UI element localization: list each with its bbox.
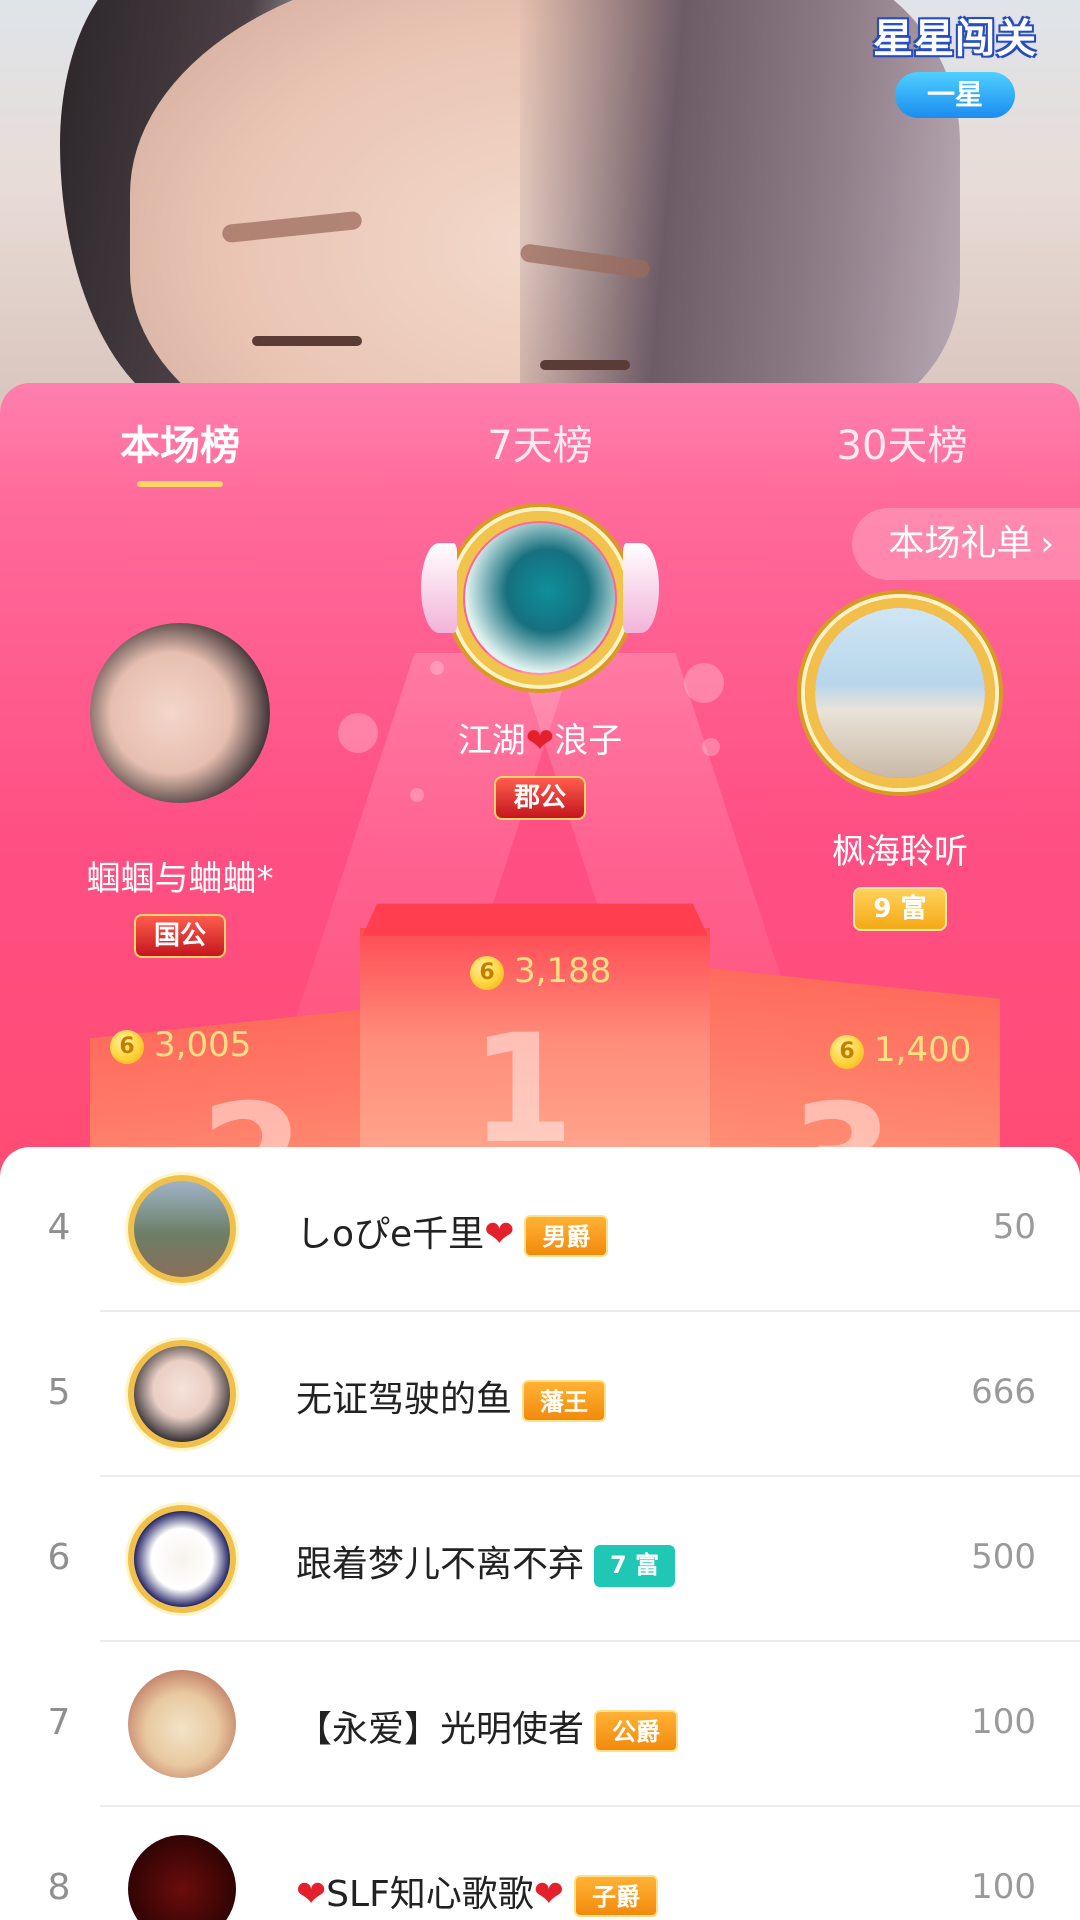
coin-icon: 6 — [470, 955, 504, 990]
decor-bubble — [338, 713, 378, 753]
heart-icon: ❤ — [296, 1874, 327, 1915]
avatar — [128, 1505, 236, 1613]
star-challenge-title: 星星闯关 — [873, 16, 1037, 62]
avatar — [128, 1340, 236, 1448]
rank-number: 6 — [47, 1537, 71, 1578]
wing-left-icon — [421, 543, 457, 633]
avatar — [90, 623, 270, 803]
active-tab-indicator — [137, 481, 223, 487]
top-user-1[interactable]: 江湖❤浪子 郡公 — [390, 511, 690, 820]
top-user-2-name: 蝈蝈与蛐蛐* — [86, 859, 274, 899]
contribution-value: 50 — [992, 1207, 1036, 1247]
ranking-list: 4 しoぴe千里❤ 男爵 50 5 无证驾驶的鱼 藩王 666 6 跟着梦儿不离不弃… — [0, 1147, 1080, 1920]
avatar-frame-3 — [805, 598, 995, 788]
noble-badge: 子爵 — [573, 1875, 658, 1917]
star-challenge-badge[interactable]: 星星闯关 一星 — [870, 6, 1040, 118]
rank-number: 4 — [47, 1207, 71, 1248]
star-challenge-level: 一星 — [895, 72, 1015, 118]
wealth-badge: 9 富 — [853, 887, 947, 931]
tab-30-days[interactable]: 30天榜 — [832, 413, 972, 471]
score-value: 3,005 — [154, 1025, 252, 1065]
noble-badge: 公爵 — [594, 1710, 679, 1752]
gift-list-button[interactable]: 本场礼单 › — [852, 508, 1080, 580]
decor-bubble — [702, 738, 720, 756]
user-name: SLF知心歌歌 — [326, 1874, 534, 1915]
avatar — [128, 1835, 236, 1920]
rank-number: 7 — [47, 1702, 71, 1743]
video-eye-right — [540, 360, 630, 370]
wing-right-icon — [623, 543, 659, 633]
top-user-1-name-left: 江湖 — [457, 721, 526, 761]
noble-badge: 藩王 — [522, 1380, 607, 1422]
avatar — [465, 523, 615, 673]
avatar-frame-1 — [421, 511, 659, 685]
user-name: 跟着梦儿不离不弃 — [296, 1544, 585, 1585]
top-user-1-name: 江湖❤浪子 — [390, 713, 690, 762]
live-video-background: 星星闯关 一星 — [0, 0, 1080, 410]
top-user-2[interactable]: 蝈蝈与蛐蛐* 国公 — [40, 623, 320, 958]
top-user-3-score: 6 1,400 — [830, 1030, 971, 1070]
ranking-tabs: 本场榜 7天榜 30天榜 — [0, 383, 1080, 513]
list-item[interactable]: 8 ❤SLF知心歌歌❤ 子爵 100 — [0, 1807, 1080, 1920]
podium-1-top — [362, 903, 708, 936]
avatar — [815, 608, 985, 778]
contribution-value: 666 — [971, 1372, 1036, 1412]
top-user-1-score: 6 3,188 — [470, 951, 611, 991]
wealth-badge: 7 富 — [594, 1545, 676, 1587]
decor-bubble — [684, 663, 724, 703]
score-value: 3,188 — [514, 951, 612, 991]
contribution-value: 500 — [971, 1537, 1036, 1577]
noble-badge: 郡公 — [493, 776, 586, 820]
top-user-3[interactable]: 枫海聆听 9 富 — [770, 598, 1030, 931]
coin-icon: 6 — [110, 1029, 144, 1064]
video-eye-left — [252, 336, 362, 346]
user-name: しoぴe千里 — [296, 1214, 485, 1255]
top-user-3-name: 枫海聆听 — [832, 832, 968, 872]
list-item[interactable]: 5 无证驾驶的鱼 藩王 666 — [0, 1312, 1080, 1477]
list-item[interactable]: 4 しoぴe千里❤ 男爵 50 — [0, 1147, 1080, 1312]
top-user-2-score: 6 3,005 — [110, 1025, 251, 1065]
tab-7-days[interactable]: 7天榜 — [485, 413, 595, 471]
score-value: 1,400 — [874, 1030, 972, 1070]
list-item-name: 无证驾驶的鱼 藩王 — [296, 1370, 607, 1422]
avatar — [128, 1670, 236, 1778]
top-user-1-name-right: 浪子 — [554, 721, 623, 761]
list-item-name: しoぴe千里❤ 男爵 — [296, 1205, 609, 1257]
avatar — [128, 1175, 236, 1283]
contribution-value: 100 — [971, 1867, 1036, 1907]
heart-icon: ❤ — [533, 1874, 564, 1915]
rank-number: 8 — [47, 1867, 71, 1908]
list-item[interactable]: 7 【永爱】光明使者 公爵 100 — [0, 1642, 1080, 1807]
tab-this-show[interactable]: 本场榜 — [115, 413, 245, 471]
coin-icon: 6 — [830, 1034, 864, 1069]
noble-badge: 男爵 — [524, 1215, 609, 1257]
chevron-right-icon: › — [1040, 524, 1054, 564]
gift-list-label: 本场礼单 — [888, 523, 1033, 564]
list-item[interactable]: 6 跟着梦儿不离不弃 7 富 500 — [0, 1477, 1080, 1642]
user-name: 【永爱】光明使者 — [296, 1709, 585, 1750]
noble-badge: 国公 — [133, 914, 226, 958]
heart-icon: ❤ — [484, 1214, 515, 1255]
list-item-name: ❤SLF知心歌歌❤ 子爵 — [296, 1865, 658, 1917]
rank-number: 5 — [47, 1372, 71, 1413]
contribution-value: 100 — [971, 1702, 1036, 1742]
heart-icon: ❤ — [525, 721, 555, 761]
list-item-name: 跟着梦儿不离不弃 7 富 — [296, 1535, 676, 1587]
user-name: 无证驾驶的鱼 — [296, 1379, 513, 1420]
list-item-name: 【永爱】光明使者 公爵 — [296, 1700, 679, 1752]
